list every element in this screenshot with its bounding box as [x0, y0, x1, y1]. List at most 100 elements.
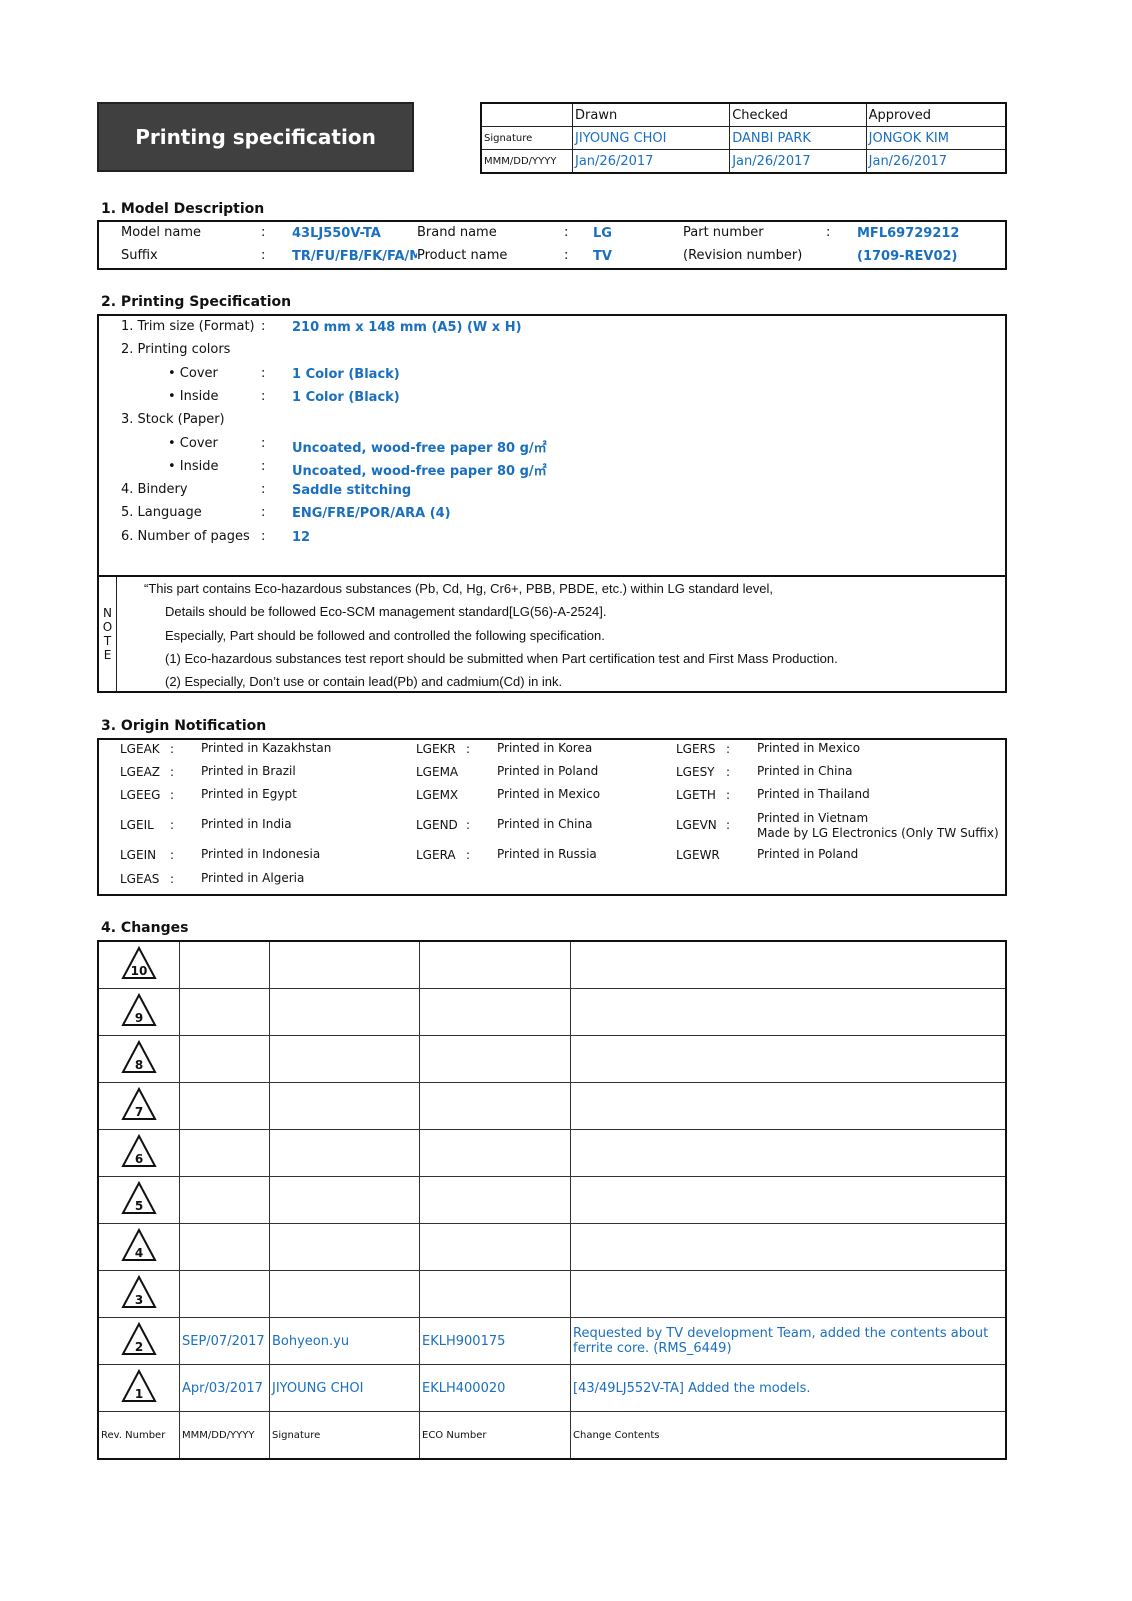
revision-triangle-icon: 7: [121, 1087, 157, 1121]
revision-number: 4: [134, 1246, 144, 1260]
revision-number: 5: [134, 1199, 144, 1213]
approval-col-approved: Approved: [865, 102, 1007, 127]
colon: :: [261, 366, 266, 381]
colon: :: [170, 848, 175, 862]
colon: :: [564, 248, 569, 263]
drawn-signature: JIYOUNG CHOI: [571, 126, 731, 150]
rev-cell: 10: [97, 940, 180, 989]
colon: :: [261, 459, 266, 474]
note-line: “This part contains Eco-hazardous substa…: [144, 581, 773, 596]
changes-row: 10: [97, 940, 1007, 989]
colon: :: [261, 319, 266, 334]
revision-number: 3: [134, 1293, 144, 1307]
spec-item-value: Saddle stitching: [292, 483, 412, 498]
revision-number: 10: [130, 964, 148, 978]
rev-cell: 3: [97, 1270, 180, 1318]
origin-code: LGERA: [416, 848, 456, 862]
change-date-cell: Apr/03/2017: [179, 1364, 270, 1412]
change-contents-cell: [570, 1176, 1007, 1224]
origin-notification-box: LGEAK: Printed in Kazakhstan LGEAZ: Printed…: [97, 738, 1007, 896]
colon: :: [826, 225, 831, 240]
change-date-cell: [179, 940, 270, 989]
revision-triangle-icon: 10: [121, 946, 157, 980]
changes-row: 1 Apr/03/2017 JIYOUNG CHOI EKLH400020 [43/49…: [97, 1364, 1007, 1412]
approval-col-drawn: Drawn: [571, 102, 731, 127]
spec-item-label: • Inside: [168, 389, 219, 404]
changes-footer-label: MMM/DD/YYYY: [179, 1411, 270, 1460]
origin-text: Printed in Brazil: [201, 764, 296, 778]
changes-footer-row: Rev. Number MMM/DD/YYYY Signature ECO Numbe…: [97, 1411, 1007, 1460]
origin-text: Printed in India: [201, 817, 292, 831]
change-date-cell: [179, 1035, 270, 1083]
colon: :: [170, 765, 175, 779]
spec-item-label: • Inside: [168, 459, 219, 474]
origin-section-heading: 3. Origin Notification: [101, 718, 267, 734]
change-signature-cell: Bohyeon.yu: [269, 1317, 420, 1365]
change-date-cell: [179, 1176, 270, 1224]
changes-row: 5: [97, 1176, 1007, 1224]
rev-cell: 8: [97, 1035, 180, 1083]
change-eco-cell: [419, 1223, 571, 1271]
checked-date: Jan/26/2017: [729, 149, 867, 174]
change-contents-cell: [570, 1270, 1007, 1318]
spec-item-value: 1 Color (Black): [292, 367, 400, 382]
colon: :: [261, 248, 266, 263]
origin-code: LGEAZ: [120, 765, 160, 779]
colon: :: [261, 529, 266, 544]
origin-code: LGEND: [416, 818, 458, 832]
colon: :: [170, 818, 175, 832]
changes-row: 3: [97, 1270, 1007, 1318]
spec-item-label: 6. Number of pages: [121, 529, 250, 544]
revision-number: 8: [134, 1058, 144, 1072]
product-name-value: TV: [593, 249, 612, 264]
approval-signature-row: Signature JIYOUNG CHOI DANBI PARK JONGOK…: [480, 126, 1007, 150]
rev-cell: 9: [97, 988, 180, 1036]
note-line: (2) Especially, Don’t use or contain lea…: [165, 674, 563, 689]
revision-triangle-icon: 4: [121, 1228, 157, 1262]
origin-text: Printed in Korea: [497, 741, 593, 755]
change-signature-cell: [269, 1129, 420, 1177]
change-contents-cell: [570, 1082, 1007, 1130]
change-signature-cell: [269, 1082, 420, 1130]
document-title: Printing specification: [97, 102, 414, 172]
note-line: Details should be followed Eco-SCM manag…: [165, 604, 607, 619]
spec-item-value: 1 Color (Black): [292, 390, 400, 405]
document-title-text: Printing specification: [135, 125, 376, 149]
approval-header-row: Drawn Checked Approved: [480, 102, 1007, 127]
change-date-cell: [179, 1082, 270, 1130]
changes-row: 6: [97, 1129, 1007, 1177]
spec-item-label: 5. Language: [121, 505, 202, 520]
origin-code: LGEMX: [416, 788, 459, 802]
drawn-date: Jan/26/2017: [571, 149, 731, 174]
spec-section-heading: 2. Printing Specification: [101, 294, 292, 310]
origin-code: LGEIN: [120, 848, 157, 862]
changes-footer-label: Change Contents: [570, 1411, 1007, 1460]
change-signature-cell: [269, 1270, 420, 1318]
revision-triangle-icon: 8: [121, 1040, 157, 1074]
change-contents-cell: Requested by TV development Team, added …: [570, 1317, 1007, 1365]
origin-text: Printed in China: [757, 764, 853, 778]
origin-text: Printed in Mexico: [497, 787, 601, 801]
approval-col-checked: Checked: [729, 102, 867, 127]
note-line: Especially, Part should be followed and …: [165, 628, 605, 643]
origin-code: LGERS: [676, 742, 716, 756]
colon: :: [726, 765, 731, 779]
colon: :: [726, 818, 731, 832]
change-date-cell: [179, 1129, 270, 1177]
revision-triangle-icon: 3: [121, 1275, 157, 1309]
changes-row: 7: [97, 1082, 1007, 1130]
changes-footer-label: ECO Number: [419, 1411, 571, 1460]
spec-item-value: Uncoated, wood-free paper 80 g/㎡: [292, 464, 547, 479]
revision-number: 9: [134, 1011, 144, 1025]
colon: :: [261, 505, 266, 520]
colon: :: [170, 872, 175, 886]
origin-text: Printed in Kazakhstan: [201, 741, 332, 755]
spec-item-label: • Cover: [168, 366, 218, 381]
colon: :: [564, 225, 569, 240]
spec-item-label: • Cover: [168, 436, 218, 451]
revision-number-label: (Revision number): [683, 248, 803, 263]
colon: :: [170, 742, 175, 756]
change-eco-cell: [419, 1176, 571, 1224]
change-contents-cell: [570, 940, 1007, 989]
approved-date: Jan/26/2017: [865, 149, 1007, 174]
